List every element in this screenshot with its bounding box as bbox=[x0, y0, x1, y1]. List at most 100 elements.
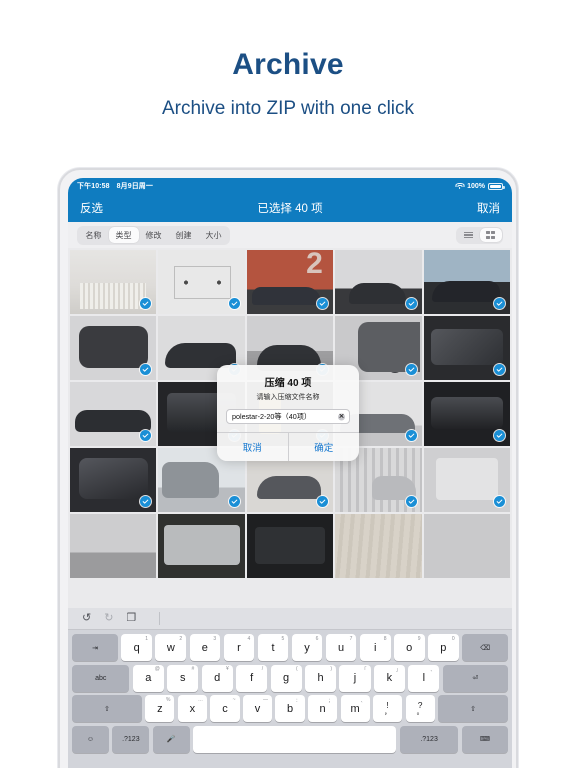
key-label: u bbox=[338, 641, 345, 654]
keyboard-rows: ⇥ 1 q 2 w 3 e 4 r 5 t 6 y 7 u 8 i 9 o 0 p ⌫ abc @ a # s ¥ d / f(g) h 「j… bbox=[68, 630, 512, 753]
space-key[interactable] bbox=[193, 725, 397, 753]
key-t[interactable]: 5t bbox=[257, 634, 289, 661]
key-alt-label: 、 bbox=[430, 667, 436, 674]
key-[interactable]: !， bbox=[373, 695, 403, 723]
key-[interactable]: ⌨ bbox=[461, 725, 508, 753]
key-label: g bbox=[283, 672, 290, 685]
key-label: i bbox=[373, 641, 377, 654]
key-m[interactable]: 、 m bbox=[340, 695, 370, 723]
key-l[interactable]: 、 l bbox=[408, 664, 440, 692]
key-[interactable]: ⇥ bbox=[72, 634, 118, 661]
key-[interactable]: ⏎ bbox=[442, 664, 508, 692]
key-alt-label: 1 bbox=[145, 635, 149, 642]
key-abc[interactable]: abc bbox=[72, 664, 130, 692]
key-j[interactable]: 「j bbox=[339, 664, 371, 692]
key-label: ⇥ bbox=[92, 644, 98, 652]
key-f[interactable]: / f bbox=[236, 664, 268, 692]
key-alt-label: 」 bbox=[395, 667, 401, 674]
key-g[interactable]: (g bbox=[270, 664, 302, 692]
keyboard-row-2: abc @ a # s ¥ d / f(g) h 「j」 k、 l ⏎ bbox=[72, 664, 508, 692]
key-[interactable]: ⌫ bbox=[462, 634, 509, 661]
key-label: x bbox=[189, 702, 196, 715]
key-label: f bbox=[250, 672, 254, 685]
key-label: 🎤 bbox=[166, 736, 176, 744]
filename-input[interactable]: polestar-2-20等（40项） ✕ bbox=[226, 409, 350, 424]
key-alt-label: ~ bbox=[232, 696, 236, 703]
dialog-confirm-button[interactable]: 确定 bbox=[287, 433, 360, 461]
key-label: t bbox=[271, 641, 275, 654]
key-x[interactable]: … x bbox=[177, 695, 207, 723]
key-label: ⇧ bbox=[470, 705, 476, 713]
key-[interactable]: ☺ bbox=[72, 725, 109, 753]
key-w[interactable]: 2w bbox=[155, 634, 187, 661]
device-screen: 下午10:58 8月9日周一 100% 反选 已选择 40 项 取消 名称 类型… bbox=[68, 178, 512, 768]
key-a[interactable]: @ a bbox=[132, 664, 164, 692]
key-c[interactable]: ~ c bbox=[210, 695, 240, 723]
key-b[interactable]: ： b bbox=[275, 695, 305, 723]
key-i[interactable]: 8i bbox=[359, 634, 391, 661]
key-alt-label: % bbox=[166, 696, 171, 703]
key-label: m bbox=[350, 702, 360, 715]
dialog-title: 压缩 40 项 bbox=[264, 378, 312, 389]
key-alt-label: ¥ bbox=[225, 666, 229, 673]
key-alt-label: 5 bbox=[281, 635, 285, 642]
key-alt-label: @ bbox=[154, 666, 160, 673]
key-alt-label: 6 bbox=[315, 635, 319, 642]
key-s[interactable]: # s bbox=[167, 664, 199, 692]
key-label: .?123 bbox=[420, 735, 438, 743]
key-123[interactable]: .?123 bbox=[399, 725, 459, 753]
key-label: c bbox=[222, 702, 228, 715]
key-label: k bbox=[386, 672, 393, 685]
dialog-message: 请输入压缩文件名称 bbox=[256, 394, 320, 401]
key-k[interactable]: 」 k bbox=[373, 664, 405, 692]
key-e[interactable]: 3e bbox=[189, 634, 221, 661]
key-label: ⇧ bbox=[104, 705, 110, 713]
keyboard-row-4: ☺ .?123 🎤 .?123 ⌨ bbox=[72, 725, 508, 753]
key-label: ! bbox=[386, 699, 389, 710]
key-alt-label: 8 bbox=[383, 635, 387, 642]
key-y[interactable]: 6y bbox=[291, 634, 323, 661]
key-[interactable]: 🎤 bbox=[152, 725, 190, 753]
dialog-cancel-button[interactable]: 取消 bbox=[217, 433, 288, 461]
key-v[interactable]: — v bbox=[242, 695, 273, 723]
key-alt-label: ( bbox=[295, 666, 298, 673]
page-root: Archive Archive into ZIP with one click … bbox=[0, 0, 576, 768]
key-o[interactable]: 9o bbox=[393, 634, 425, 661]
key-label: j bbox=[353, 672, 357, 685]
key-label: ? bbox=[417, 699, 423, 710]
key-123[interactable]: .?123 bbox=[112, 725, 150, 753]
undo-icon[interactable]: ↺ bbox=[82, 613, 91, 624]
key-alt-label: 4 bbox=[247, 635, 251, 642]
key-n[interactable]: ； n bbox=[307, 695, 338, 723]
key-z[interactable]: % z bbox=[145, 695, 175, 723]
keyboard-row-3: ⇧% z… x ~ c — v： b； n、 m!，?。 ⇧ bbox=[72, 695, 509, 723]
onscreen-keyboard[interactable]: ↺ ↻ ❐ ⇥ 1 q 2 w 3 e 4 r 5 t 6 y 7 u 8 i 9 o 0 p ⌫ abc @ a # s ¥ d / f… bbox=[68, 608, 512, 768]
key-label: v bbox=[254, 702, 261, 715]
key-u[interactable]: 7u bbox=[325, 634, 357, 661]
key-sub-label: 。 bbox=[416, 709, 424, 717]
key-label: ⌫ bbox=[480, 644, 490, 652]
key-[interactable]: ⇧ bbox=[438, 695, 509, 723]
key-label: .?123 bbox=[122, 735, 140, 743]
key-[interactable]: ⇧ bbox=[72, 695, 142, 723]
key-alt-label: 9 bbox=[417, 635, 421, 642]
key-q[interactable]: 1q bbox=[121, 634, 153, 661]
key-h[interactable]: ) h bbox=[305, 664, 337, 692]
key-[interactable]: ?。 bbox=[405, 695, 435, 723]
redo-icon[interactable]: ↻ bbox=[104, 613, 113, 624]
invert-selection-button[interactable]: 反选 bbox=[80, 200, 103, 216]
paste-icon[interactable]: ❐ bbox=[126, 613, 136, 624]
key-sub-label: ， bbox=[384, 709, 392, 717]
key-label: h bbox=[317, 672, 324, 685]
key-label: ☺ bbox=[86, 735, 95, 743]
key-r[interactable]: 4r bbox=[223, 634, 255, 661]
key-label: l bbox=[422, 672, 426, 685]
cancel-button[interactable]: 取消 bbox=[477, 200, 500, 216]
key-label: y bbox=[304, 641, 310, 654]
clear-text-icon[interactable]: ✕ bbox=[338, 413, 345, 420]
key-label: abc bbox=[95, 674, 107, 682]
key-d[interactable]: ¥ d bbox=[201, 664, 233, 692]
keyboard-row-1: ⇥ 1 q 2 w 3 e 4 r 5 t 6 y 7 u 8 i 9 o 0 p ⌫ bbox=[72, 634, 509, 661]
key-p[interactable]: 0p bbox=[427, 634, 459, 661]
key-label: r bbox=[237, 641, 241, 654]
